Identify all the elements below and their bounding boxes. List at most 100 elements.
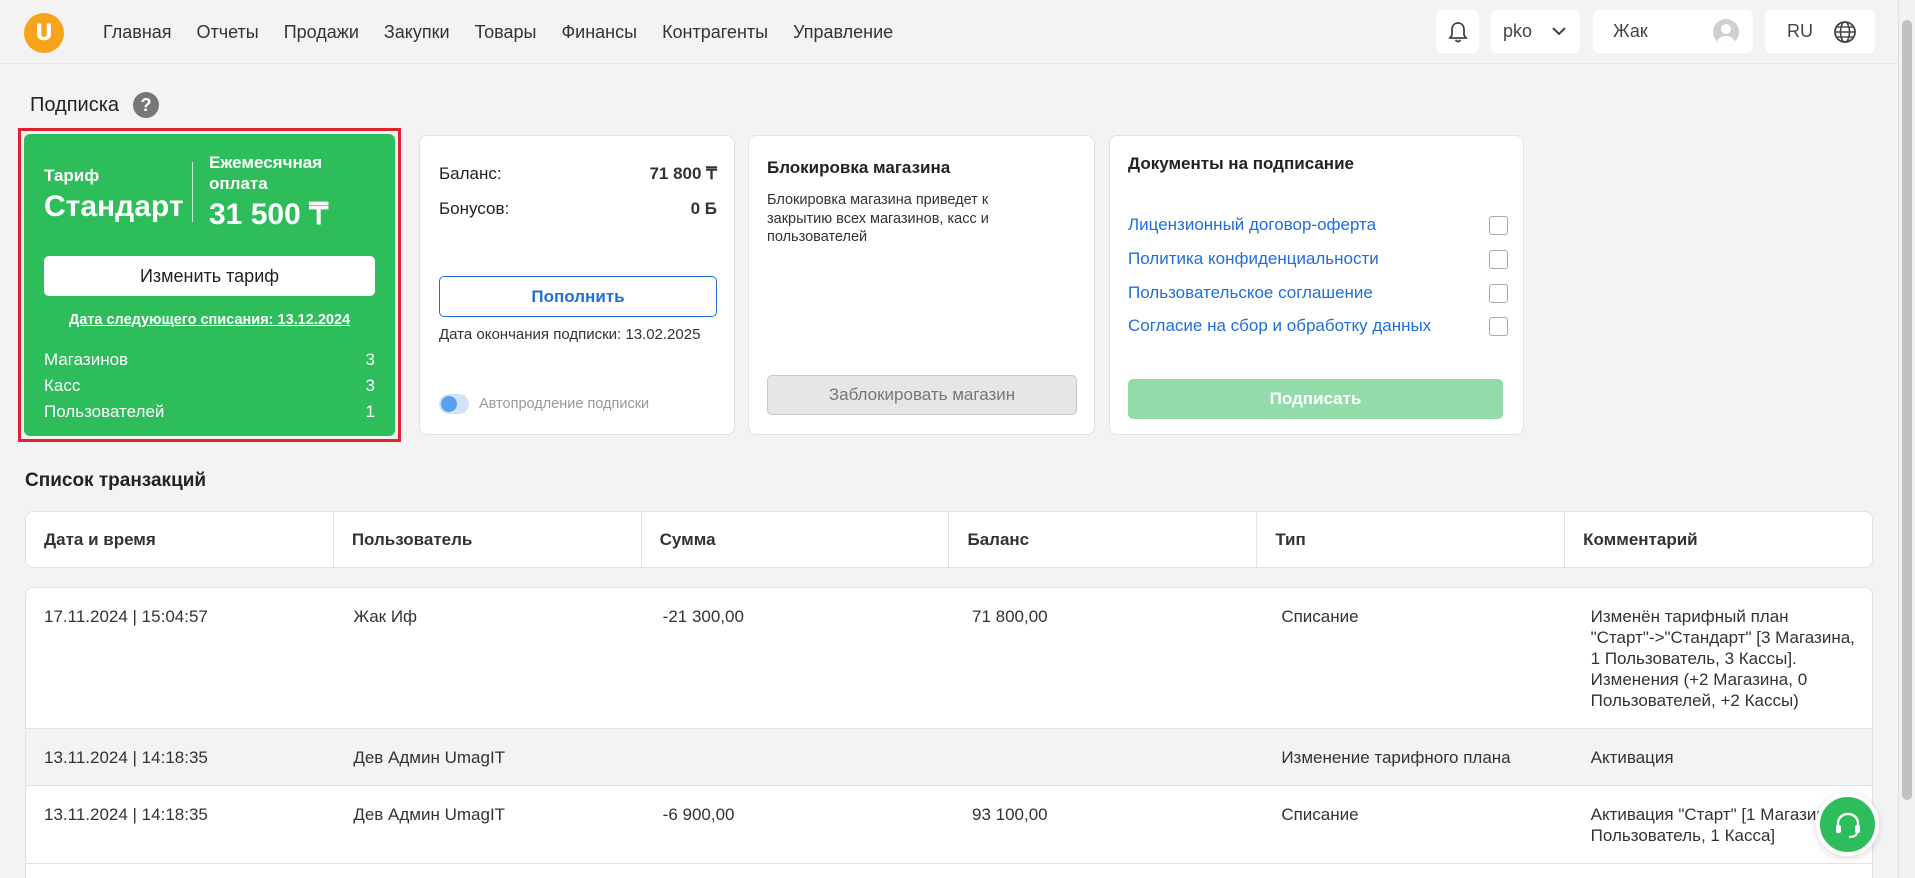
cashboxes-value: 3 [365,376,375,395]
cell-type: Списание [1281,607,1359,626]
subscription-end-date: Дата окончания подписки: 13.02.2025 [439,326,701,343]
tariff-divider [192,162,193,222]
nav-item-sales[interactable]: Продажи [284,22,359,43]
org-name: pko [1503,21,1533,41]
cell-balance: 71 800,00 [971,607,1048,626]
table-row[interactable]: 13.11.2024 | 14:18:35 Дев Админ UmagIT -… [26,786,1872,864]
nav-item-products[interactable]: Товары [475,22,537,43]
headset-icon [1835,812,1860,838]
stores-row: Магазинов 3 [44,350,375,370]
nav-item-counterparties[interactable]: Контрагенты [662,22,768,43]
page-title-text: Подписка [30,93,120,116]
nav-item-management[interactable]: Управление [793,22,893,43]
document-item: Лицензионный договор-оферта [1128,215,1508,235]
org-selector[interactable]: pko [1491,10,1580,53]
document-checkbox[interactable] [1489,215,1508,235]
stores-label: Магазинов [44,350,129,369]
autorenew-label: Автопродление подписки [479,396,650,412]
cell-type: Списание [1281,805,1359,824]
top-navbar: U Главная Отчеты Продажи Закупки Товары … [0,0,1898,64]
logo-letter: U [35,20,53,46]
document-item: Политика конфиденциальности [1128,249,1508,269]
nav-item-finance[interactable]: Финансы [561,22,637,43]
cell-balance: 93 100,00 [971,805,1048,824]
autorenew-row: Автопродление подписки [439,394,649,414]
cashboxes-row: Касс 3 [44,376,375,396]
balance-value: 71 800 ₸ [649,164,717,183]
sign-button[interactable]: Подписать [1128,379,1503,419]
block-store-button[interactable]: Заблокировать магазин [767,375,1077,415]
monthly-payment-value: 31 500 ₸ [209,198,329,231]
column-header-balance[interactable]: Баланс [949,512,1258,567]
table-row[interactable]: 17.11.2024 | 15:04:57 Жак Иф -21 300,00 … [26,588,1872,729]
main-nav: Главная Отчеты Продажи Закупки Товары Фи… [103,22,893,43]
nav-item-home[interactable]: Главная [103,22,172,43]
documents-title: Документы на подписание [1128,154,1354,173]
document-link-license[interactable]: Лицензионный договор-оферта [1128,215,1376,235]
stores-value: 3 [365,350,375,369]
cell-user: Дев Админ UmagIT [353,805,506,824]
change-tariff-button[interactable]: Изменить тариф [44,256,375,296]
table-row[interactable]: 13.11.2024 | 14:18:35 Дев Админ UmagIT И… [26,729,1872,786]
blocking-description: Блокировка магазина приведет к закрытию … [767,192,989,245]
cell-datetime: 13.11.2024 | 14:18:35 [44,805,208,824]
balance-row: Баланс: 71 800 ₸ [439,164,717,184]
nav-item-reports[interactable]: Отчеты [197,22,259,43]
documents-card: Документы на подписание Лицензионный дог… [1109,135,1524,435]
next-charge-date-link[interactable]: Дата следующего списания: 13.12.2024 [24,312,395,328]
bell-icon [1447,21,1468,42]
support-chat-button[interactable] [1816,793,1879,856]
scrollbar-thumb[interactable] [1902,20,1912,800]
language-code: RU [1787,21,1813,41]
tariff-label: Тариф [44,166,100,185]
balance-card: Баланс: 71 800 ₸ Бонусов: 0 Б Пополнить … [419,135,735,435]
document-item: Согласие на сбор и обработку данных [1128,316,1508,336]
document-link-privacy[interactable]: Политика конфиденциальности [1128,249,1379,269]
blocking-title: Блокировка магазина [767,158,951,177]
topup-button[interactable]: Пополнить [439,276,717,317]
document-checkbox[interactable] [1489,283,1508,303]
column-header-type[interactable]: Тип [1257,512,1566,567]
user-menu[interactable]: Жак [1593,10,1753,53]
page-title: Подписка ? [30,92,160,118]
page-scrollbar[interactable] [1898,0,1915,878]
language-selector[interactable]: RU [1765,10,1875,53]
users-label: Пользователей [44,402,165,421]
cell-user: Дев Админ UmagIT [353,748,506,767]
transactions-table-header: Дата и время Пользователь Сумма Баланс Т… [25,511,1873,568]
document-checkbox[interactable] [1489,249,1508,269]
help-icon[interactable]: ? [133,92,160,118]
transactions-title: Список транзакций [25,470,207,491]
cell-type: Изменение тарифного плана [1281,748,1511,767]
bonus-value: 0 Б [690,199,717,218]
column-header-datetime[interactable]: Дата и время [26,512,334,567]
tariff-card-highlight: Тариф Стандарт Ежемесячная оплата 31 500… [18,128,401,442]
cell-amount [645,729,954,785]
store-blocking-card: Блокировка магазина Блокировка магазина … [748,135,1095,435]
cashboxes-label: Касс [44,376,81,395]
logo[interactable]: U [24,13,64,53]
cell-user: Жак Иф [353,607,418,626]
document-link-user-agreement[interactable]: Пользовательское соглашение [1128,283,1373,303]
cell-amount: -6 900,00 [662,805,735,824]
balance-label: Баланс: [439,164,502,183]
transactions-table-body: 17.11.2024 | 15:04:57 Жак Иф -21 300,00 … [25,587,1873,878]
users-value: 1 [365,402,375,421]
tariff-name: Стандарт [44,190,184,223]
globe-icon [1834,20,1856,43]
nav-item-purchases[interactable]: Закупки [384,22,450,43]
cell-comment: Активация [1590,748,1674,767]
autorenew-toggle[interactable] [439,394,469,414]
document-checkbox[interactable] [1489,316,1508,336]
users-row: Пользователей 1 [44,402,375,422]
column-header-user[interactable]: Пользователь [334,512,642,567]
cell-balance [954,729,1263,785]
document-link-data-consent[interactable]: Согласие на сбор и обработку данных [1128,316,1431,336]
column-header-amount[interactable]: Сумма [642,512,950,567]
column-header-comment[interactable]: Комментарий [1565,512,1872,567]
bonus-label: Бонусов: [439,199,510,218]
notifications-button[interactable] [1436,10,1479,53]
chevron-down-icon [1552,27,1566,36]
cell-amount: -21 300,00 [662,607,744,626]
user-name: Жак [1613,21,1648,41]
